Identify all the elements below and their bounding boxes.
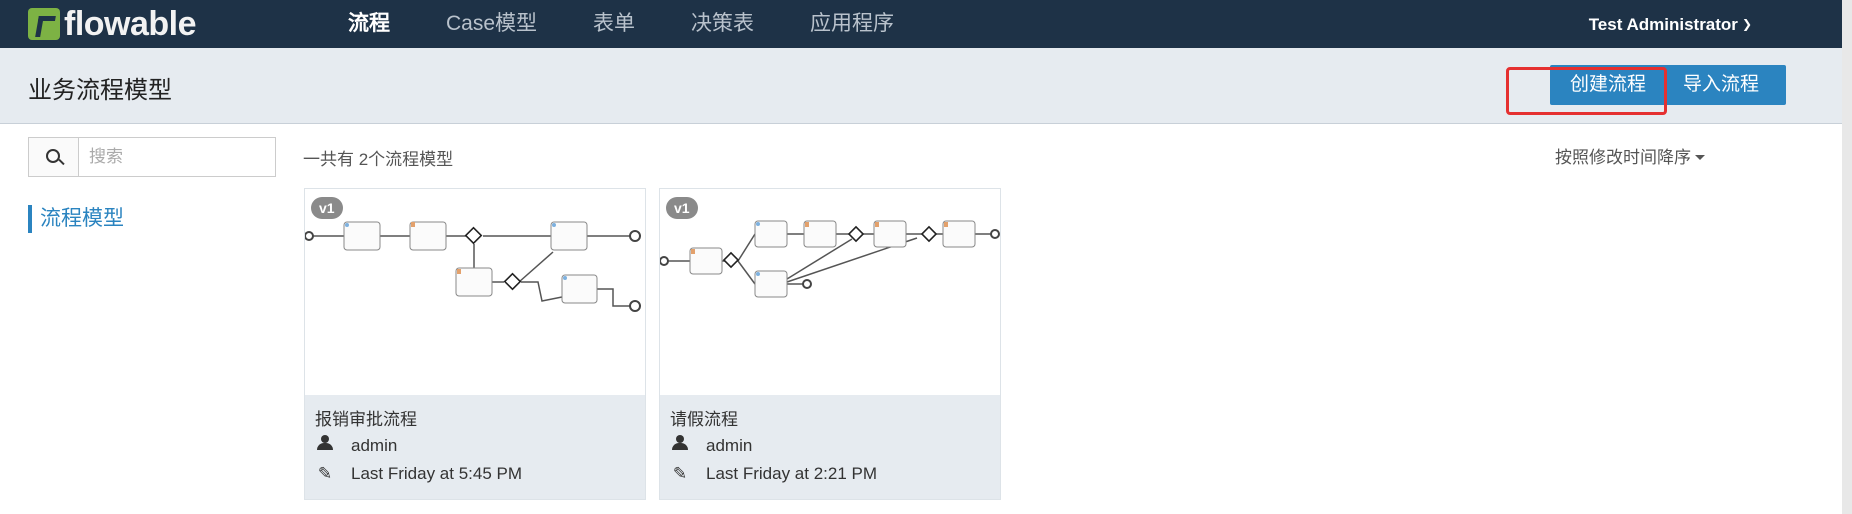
user-menu[interactable]: Test Administrator ❯: [1589, 0, 1752, 48]
model-card[interactable]: v1 报销审批流程 admin ✎ Last Friday at 5:45 PM: [304, 188, 646, 500]
process-diagram-thumbnail: v1: [659, 189, 1000, 395]
nav-item-apps[interactable]: 应用程序: [782, 0, 922, 48]
modified-time: Last Friday at 2:21 PM: [706, 464, 878, 483]
bpmn-diagram: [659, 220, 1000, 298]
user-name: Test Administrator: [1588, 15, 1738, 34]
user-icon: [670, 435, 690, 456]
sort-label: 按照修改时间降序: [1555, 148, 1691, 167]
page-title: 业务流程模型: [28, 77, 172, 104]
owner-name: admin: [351, 435, 398, 455]
highlight-annotation: [1506, 67, 1667, 115]
version-badge: v1: [311, 197, 343, 219]
caret-down-icon: [1695, 155, 1705, 160]
nav-item-forms[interactable]: 表单: [565, 0, 663, 48]
pencil-icon: ✎: [672, 464, 688, 483]
flowable-logo-icon: [28, 8, 60, 40]
logo-text: flowable: [64, 5, 197, 43]
search-button[interactable]: [29, 138, 79, 176]
modified-time: Last Friday at 5:45 PM: [351, 464, 523, 483]
pencil-icon: ✎: [317, 464, 333, 483]
model-info: 请假流程 admin ✎ Last Friday at 2:21 PM: [660, 395, 1000, 499]
model-modified: ✎ Last Friday at 5:45 PM: [315, 464, 522, 484]
model-name: 报销审批流程: [315, 410, 417, 429]
model-count: 一共有 2个流程模型: [303, 150, 454, 169]
model-card[interactable]: v1 请假流程 admin ✎ Last Friday at 2:21 PM: [659, 188, 1001, 500]
owner-name: admin: [706, 435, 753, 455]
top-navbar: flowable 流程 Case模型 表单 决策表 应用程序 Test Admi…: [0, 0, 1842, 56]
vertical-scrollbar[interactable]: [1842, 0, 1852, 514]
chevron-down-icon: ❯: [1741, 17, 1752, 31]
nav-item-process[interactable]: 流程: [320, 0, 418, 56]
model-owner: admin: [670, 435, 752, 456]
model-modified: ✎ Last Friday at 2:21 PM: [670, 464, 877, 484]
model-name: 请假流程: [670, 410, 738, 429]
import-process-button[interactable]: 导入流程: [1656, 65, 1786, 105]
search-input[interactable]: [79, 138, 289, 176]
model-info: 报销审批流程 admin ✎ Last Friday at 5:45 PM: [305, 395, 645, 499]
search-icon: [46, 149, 60, 163]
bpmn-diagram: [304, 221, 641, 312]
main-nav: 流程 Case模型 表单 决策表 应用程序: [320, 0, 922, 56]
nav-item-decision-tables[interactable]: 决策表: [663, 0, 782, 48]
process-diagram-thumbnail: v1: [304, 189, 645, 395]
model-owner: admin: [315, 435, 397, 456]
user-icon: [315, 435, 335, 456]
sidebar-item-process-models[interactable]: 流程模型: [28, 205, 124, 233]
sort-dropdown[interactable]: 按照修改时间降序: [1555, 143, 1705, 168]
version-badge: v1: [666, 197, 698, 219]
nav-item-case-model[interactable]: Case模型: [418, 0, 565, 48]
search-box: [28, 137, 289, 177]
flowable-logo[interactable]: flowable: [28, 5, 197, 43]
